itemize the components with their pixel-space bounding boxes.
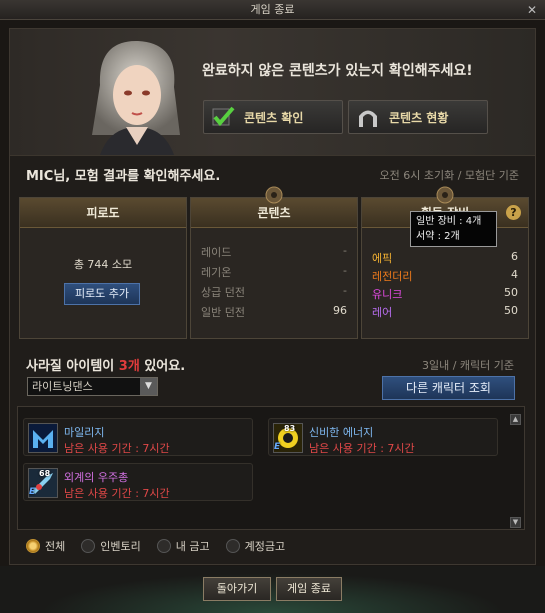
gear-row-unique: 유니크 50 <box>372 286 518 304</box>
banner-message: 완료하지 않은 콘텐츠가 있는지 확인해주세요! <box>202 63 473 79</box>
character-select[interactable]: 라이트닝댄스 ▼ <box>27 377 158 396</box>
help-icon[interactable]: ? <box>506 205 521 220</box>
row-label: 상급 던전 <box>201 286 245 299</box>
energy-orb-icon: 83 E <box>273 423 303 453</box>
gear-row-legendary: 레전더리 4 <box>372 268 518 286</box>
filter-inventory[interactable]: 인벤토리 <box>81 538 141 554</box>
content-check-label: 콘텐츠 확인 <box>244 110 304 125</box>
item-remaining: 남은 사용 기간 : 7시간 <box>64 487 170 500</box>
item-name: 마일리지 <box>64 426 105 439</box>
row-value: - <box>343 284 347 297</box>
checkmark-icon <box>210 104 236 130</box>
list-item-mystic-energy[interactable]: 83 E 신비한 에너지 남은 사용 기간 : 7시간 <box>268 418 498 456</box>
archway-icon <box>355 104 381 130</box>
tooltip-line: 서약 : 2개 <box>416 231 460 242</box>
contents-card: 콘텐츠 레이드 - 레기온 - 상급 던전 - 일반 던전 96 <box>190 186 358 339</box>
radio-icon <box>225 539 240 553</box>
row-label: 레이드 <box>201 246 232 259</box>
fatigue-header: 피로도 <box>20 198 186 228</box>
row-label: 유니크 <box>372 288 403 301</box>
vanish-title-prefix: 사라질 아이템이 <box>26 359 119 374</box>
contents-row-normal-dungeon: 일반 던전 96 <box>201 304 347 322</box>
radio-icon <box>156 539 171 553</box>
item-level: 83 <box>284 424 296 433</box>
row-value: - <box>343 244 347 257</box>
contents-row-legion: 레기온 - <box>201 264 347 282</box>
item-name: 외계의 우주총 <box>64 471 129 484</box>
row-value: 96 <box>333 304 347 317</box>
e-badge-icon: E <box>29 487 36 497</box>
item-level: 68 <box>39 469 51 478</box>
fatigue-total: 총 744 소모 <box>73 258 133 271</box>
row-value: - <box>343 264 347 277</box>
gear-row-rare: 레어 50 <box>372 304 518 322</box>
vanish-title: 사라질 아이템이 3개 있어요. <box>26 355 185 374</box>
reset-info: 오전 6시 초기화 / 모험단 기준 <box>379 169 519 182</box>
row-value: 50 <box>504 304 518 317</box>
vanish-info: 3일내 / 캐릭터 기준 <box>421 359 514 372</box>
content-status-label: 콘텐츠 현황 <box>389 110 449 125</box>
e-badge-icon: E <box>274 442 281 452</box>
item-list-scrollbar[interactable]: ▲ ▼ <box>510 414 521 528</box>
filter-label: 내 금고 <box>175 540 210 553</box>
gear-emblem-icon <box>434 184 456 206</box>
storage-filter: 전체 인벤토리 내 금고 계정금고 <box>26 538 285 554</box>
row-value: 4 <box>511 268 518 281</box>
chevron-down-icon[interactable]: ▼ <box>140 378 157 395</box>
gear-emblem-icon <box>263 184 285 206</box>
filter-label: 전체 <box>45 540 66 553</box>
filter-all[interactable]: 전체 <box>26 538 65 554</box>
filter-account-vault[interactable]: 계정금고 <box>225 538 286 554</box>
filter-my-vault[interactable]: 내 금고 <box>156 538 210 554</box>
row-value: 50 <box>504 286 518 299</box>
item-remaining: 남은 사용 기간 : 7시간 <box>64 442 170 455</box>
scroll-up-icon[interactable]: ▲ <box>510 414 521 425</box>
contents-row-advanced-dungeon: 상급 던전 - <box>201 284 347 302</box>
space-gun-icon: 68 E <box>28 468 58 498</box>
tooltip-line: 일반 장비 : 4개 <box>416 216 482 227</box>
content-status-button[interactable]: 콘텐츠 현황 <box>348 100 488 134</box>
row-value: 6 <box>511 250 518 263</box>
vanish-title-suffix: 있어요. <box>139 359 186 374</box>
window-title: 게임 종료 <box>250 3 295 16</box>
list-item-alien-gun[interactable]: 68 E 외계의 우주총 남은 사용 기간 : 7시간 <box>23 463 253 501</box>
list-item-mileage[interactable]: 마일리지 남은 사용 기간 : 7시간 <box>23 418 253 456</box>
contents-row-raid: 레이드 - <box>201 244 347 262</box>
item-name: 신비한 에너지 <box>309 426 374 439</box>
exit-game-button[interactable]: 게임 종료 <box>276 577 342 601</box>
content-check-button[interactable]: 콘텐츠 확인 <box>203 100 343 134</box>
item-remaining: 남은 사용 기간 : 7시간 <box>309 442 415 455</box>
footer-background <box>0 566 545 613</box>
character-select-value: 라이트닝댄스 <box>32 380 93 393</box>
filter-label: 인벤토리 <box>100 540 141 553</box>
row-label: 레어 <box>372 306 393 319</box>
radio-icon <box>81 539 96 553</box>
row-label: 에픽 <box>372 252 393 265</box>
mileage-icon <box>28 423 58 453</box>
vanish-count: 3개 <box>118 359 140 374</box>
fatigue-add-button[interactable]: 피로도 추가 <box>64 283 140 305</box>
other-character-button[interactable]: 다른 캐릭터 조회 <box>382 376 515 400</box>
scroll-down-icon[interactable]: ▼ <box>510 517 521 528</box>
gear-tooltip: 일반 장비 : 4개 서약 : 2개 <box>410 211 497 247</box>
gear-row-epic: 에픽 6 <box>372 250 518 268</box>
filter-label: 계정금고 <box>244 540 286 553</box>
row-label: 일반 던전 <box>201 306 245 319</box>
result-title: MIC님, 모험 결과를 확인해주세요. <box>26 169 221 184</box>
row-label: 레기온 <box>201 266 232 279</box>
radio-icon <box>26 539 40 553</box>
close-icon[interactable]: ✕ <box>525 3 539 17</box>
row-label: 레전더리 <box>372 270 413 283</box>
window-titlebar: 게임 종료 ✕ <box>0 0 545 20</box>
fatigue-card: 피로도 총 744 소모 피로도 추가 <box>19 197 187 339</box>
character-portrait <box>80 35 192 155</box>
back-button[interactable]: 돌아가기 <box>203 577 271 601</box>
